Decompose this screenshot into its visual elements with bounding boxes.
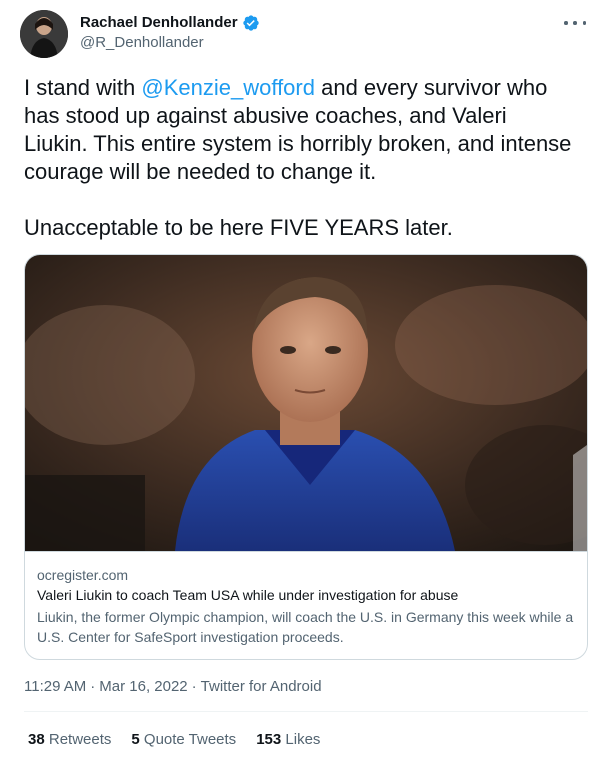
- tweet-time[interactable]: 11:29 AM: [24, 677, 86, 696]
- likes-label: Likes: [285, 731, 321, 748]
- quote-tweets-label: Quote Tweets: [143, 731, 237, 748]
- card-title: Valeri Liukin to coach Team USA while un…: [37, 587, 459, 603]
- tweet-text: I stand with @Kenzie_wofford and every s…: [24, 74, 574, 242]
- author-display-name[interactable]: Rachael Denhollander: [80, 13, 238, 32]
- author-name-row: Rachael Denhollander: [80, 13, 260, 32]
- meta-separator: ·: [90, 678, 96, 695]
- more-dot-icon: [573, 21, 577, 25]
- avatar[interactable]: [20, 10, 68, 58]
- tweet-text-before: I stand with: [24, 75, 142, 100]
- tweet-source[interactable]: Twitter for Android: [201, 677, 322, 696]
- more-dot-icon: [582, 21, 586, 25]
- card-divider: [25, 551, 587, 552]
- tweet-meta: 11:29 AM · Mar 16, 2022 · Twitter for An…: [24, 677, 322, 696]
- card-domain: ocregister.com: [37, 567, 129, 583]
- quote-tweets-count: 5: [131, 731, 140, 748]
- retweets-label: Retweets: [48, 731, 112, 748]
- verified-badge-icon: [242, 14, 260, 32]
- link-card[interactable]: ocregister.com Valeri Liukin to coach Te…: [24, 254, 588, 660]
- likes-count: 153: [256, 731, 282, 748]
- retweets-count: 38: [28, 731, 45, 748]
- mention-link[interactable]: @Kenzie_wofford: [141, 75, 315, 100]
- divider: [24, 711, 588, 712]
- quote-tweets-stat[interactable]: 5 Quote Tweets: [131, 730, 236, 749]
- more-options-button[interactable]: [564, 16, 586, 30]
- card-photo: [25, 255, 587, 551]
- tweet: Rachael Denhollander @R_Denhollander I s…: [0, 0, 594, 765]
- meta-separator: ·: [191, 678, 197, 695]
- card-description: Liukin, the former Olympic champion, wil…: [37, 609, 574, 645]
- retweets-stat[interactable]: 38 Retweets: [28, 730, 111, 749]
- engagement-stats: 38 Retweets 5 Quote Tweets 153 Likes: [28, 730, 320, 749]
- more-dot-icon: [564, 21, 568, 25]
- avatar-image: [20, 10, 68, 58]
- card-image: [25, 255, 587, 551]
- tweet-date[interactable]: Mar 16, 2022: [99, 677, 187, 696]
- likes-stat[interactable]: 153 Likes: [256, 730, 320, 749]
- author-handle[interactable]: @R_Denhollander: [80, 33, 204, 52]
